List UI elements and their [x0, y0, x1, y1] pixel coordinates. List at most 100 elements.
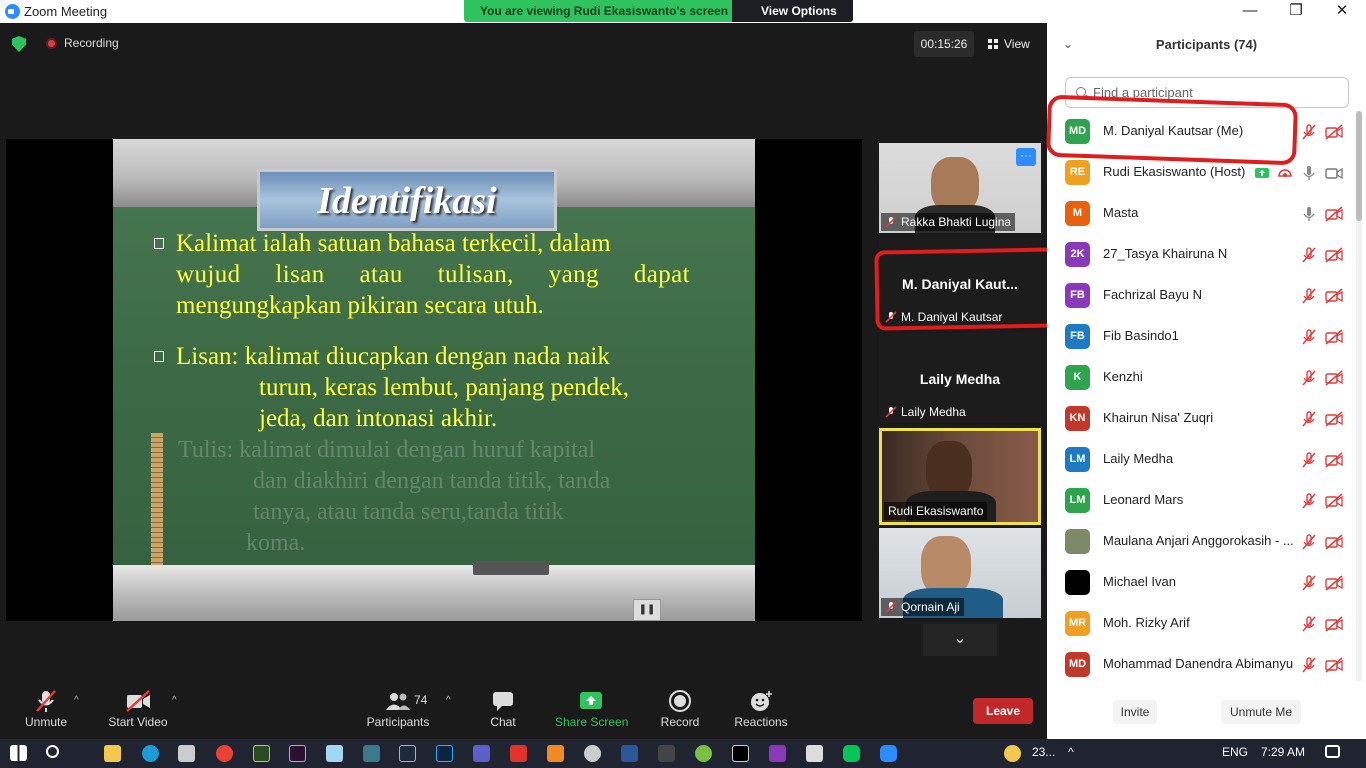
app-icon[interactable]: [658, 745, 675, 762]
view-button[interactable]: View: [988, 31, 1038, 57]
share-screen-button[interactable]: Share Screen: [555, 683, 628, 739]
chevron-up-icon[interactable]: ^: [1068, 745, 1074, 759]
close-button[interactable]: ✕: [1319, 1, 1365, 21]
mic-muted-icon[interactable]: [1301, 288, 1317, 304]
participant-list-scrollbar[interactable]: [1356, 111, 1362, 681]
app-icon[interactable]: [769, 745, 786, 762]
video-tile-laily[interactable]: Laily Medha Laily Medha: [879, 333, 1041, 423]
invite-button[interactable]: Invite: [1113, 700, 1157, 724]
video-options-caret[interactable]: ^: [172, 695, 177, 706]
participant-row[interactable]: FB Fib Basindo1: [1047, 316, 1357, 357]
unmute-button[interactable]: Unmute: [18, 683, 74, 739]
weather-icon[interactable]: [1004, 745, 1021, 762]
participants-button[interactable]: Participants: [364, 683, 432, 739]
mic-muted-icon[interactable]: [1301, 247, 1317, 263]
mic-muted-icon[interactable]: [1301, 657, 1317, 673]
mic-muted-icon[interactable]: [1301, 370, 1317, 386]
video-off-icon[interactable]: [1325, 124, 1343, 140]
video-tile-qornain[interactable]: Qornain Aji: [879, 528, 1041, 618]
eraser-image: [473, 561, 549, 575]
participant-row[interactable]: MD Mohammad Danendra Abimanyu: [1047, 644, 1357, 681]
photoshop-icon[interactable]: [436, 745, 453, 762]
participant-row[interactable]: LM Leonard Mars: [1047, 480, 1357, 521]
app-icon[interactable]: [584, 745, 601, 762]
premiere-icon[interactable]: [289, 745, 306, 762]
participant-row[interactable]: FB Fachrizal Bayu N: [1047, 275, 1357, 316]
participants-options-caret[interactable]: ^: [446, 695, 451, 706]
scrollbar-thumb[interactable]: [1356, 111, 1362, 221]
app-icon[interactable]: [806, 745, 823, 762]
mic-muted-icon[interactable]: [1301, 616, 1317, 632]
mic-muted-icon[interactable]: [1301, 493, 1317, 509]
video-off-icon[interactable]: [1325, 288, 1343, 304]
video-off-icon[interactable]: [1325, 411, 1343, 427]
bullet-icon: [154, 351, 164, 362]
leave-button[interactable]: Leave: [973, 698, 1033, 724]
file-explorer-icon[interactable]: [104, 745, 121, 762]
chat-button[interactable]: Chat: [484, 683, 522, 739]
video-tile-rudi[interactable]: Rudi Ekasiswanto: [879, 428, 1041, 525]
mic-icon[interactable]: [1301, 165, 1317, 181]
video-off-icon[interactable]: [1325, 534, 1343, 550]
start-icon[interactable]: [10, 745, 27, 761]
video-off-icon[interactable]: [1325, 452, 1343, 468]
restore-button[interactable]: ❐: [1273, 1, 1319, 21]
app-icon[interactable]: [547, 745, 564, 762]
thumbnails-scroll-down-button[interactable]: ⌄: [923, 624, 997, 656]
chrome-icon[interactable]: [216, 745, 233, 762]
mic-muted-icon[interactable]: [1301, 411, 1317, 427]
view-options-button[interactable]: View Options ⌄: [732, 0, 853, 32]
language-indicator[interactable]: ENG: [1222, 745, 1248, 759]
reactions-button[interactable]: Reactions: [732, 683, 790, 739]
audition-icon[interactable]: [253, 745, 270, 762]
unmute-options-caret[interactable]: ^: [74, 695, 79, 706]
app-icon[interactable]: [695, 745, 712, 762]
zoom-taskbar-icon[interactable]: [880, 745, 897, 762]
video-off-icon[interactable]: [1325, 247, 1343, 263]
mic-muted-icon[interactable]: [1301, 534, 1317, 550]
mic-muted-icon[interactable]: [1301, 575, 1317, 591]
edge-icon[interactable]: [142, 745, 159, 762]
video-off-icon[interactable]: [1325, 206, 1343, 222]
word-icon[interactable]: [621, 745, 638, 762]
teams-icon[interactable]: [473, 745, 490, 762]
mic-muted-icon[interactable]: [1301, 329, 1317, 345]
line-icon[interactable]: [843, 745, 860, 762]
search-icon[interactable]: [46, 745, 59, 758]
notifications-icon[interactable]: [1325, 745, 1340, 758]
app-icon[interactable]: [363, 745, 380, 762]
lightroom-icon[interactable]: [399, 745, 416, 762]
video-off-icon[interactable]: [1325, 370, 1343, 386]
minimize-button[interactable]: —: [1227, 1, 1273, 21]
clock[interactable]: 7:29 AM: [1261, 745, 1305, 759]
participant-row[interactable]: 2K 27_Tasya Khairuna N: [1047, 234, 1357, 275]
start-video-button[interactable]: Start Video: [106, 683, 170, 739]
mic-muted-icon[interactable]: [1301, 124, 1317, 140]
participant-row[interactable]: KN Khairun Nisa' Zuqri: [1047, 398, 1357, 439]
record-button[interactable]: Record: [658, 683, 702, 739]
acrobat-icon[interactable]: [510, 745, 527, 762]
participants-panel-title: Participants (74): [1155, 37, 1258, 52]
participant-row[interactable]: K Kenzhi: [1047, 357, 1357, 398]
video-off-icon[interactable]: [1325, 616, 1343, 632]
video-off-icon[interactable]: [1325, 329, 1343, 345]
mic-icon[interactable]: [1301, 206, 1317, 222]
shield-icon[interactable]: [12, 36, 26, 52]
mic-muted-icon[interactable]: [1301, 452, 1317, 468]
terminal-icon[interactable]: [732, 745, 749, 762]
participant-row[interactable]: M Masta: [1047, 193, 1357, 234]
store-icon[interactable]: [178, 745, 195, 762]
participant-row[interactable]: MR Moh. Rizky Arif: [1047, 603, 1357, 644]
video-off-icon[interactable]: [1325, 493, 1343, 509]
participant-row[interactable]: Maulana Anjari Anggorokasih - ...: [1047, 521, 1357, 562]
notes-icon[interactable]: [326, 745, 343, 762]
video-tile-rakka[interactable]: ··· Rakka Bhakti Lugina: [879, 143, 1041, 233]
participant-row[interactable]: Michael Ivan: [1047, 562, 1357, 603]
participant-row[interactable]: LM Laily Medha: [1047, 439, 1357, 480]
unmute-me-button[interactable]: Unmute Me: [1221, 700, 1301, 724]
pause-icon[interactable]: ❚❚: [633, 599, 661, 621]
video-off-icon[interactable]: [1325, 575, 1343, 591]
video-off-icon[interactable]: [1325, 657, 1343, 673]
video-icon[interactable]: [1325, 165, 1343, 181]
more-options-icon[interactable]: ···: [1016, 148, 1036, 166]
